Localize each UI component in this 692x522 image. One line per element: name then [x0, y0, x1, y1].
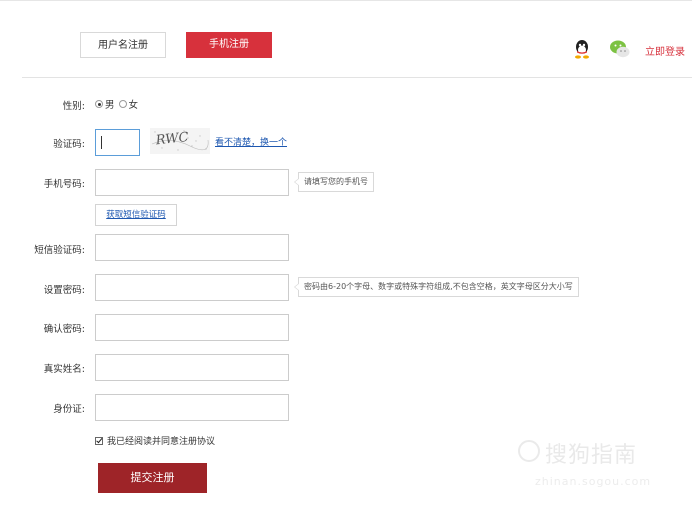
watermark-brand: 搜狗指南 — [545, 443, 638, 468]
confirm-password-label: 确认密码: — [43, 324, 85, 335]
password-input[interactable] — [95, 274, 289, 301]
gender-male-radio[interactable] — [95, 100, 103, 108]
gender-female-label: 女 — [128, 100, 139, 111]
agreement-row: 我已经阅读并同意注册协议 — [95, 434, 215, 447]
sogou-watermark: 搜狗指南 zhinan.sogou.com — [515, 437, 685, 493]
confirm-password-input[interactable] — [95, 314, 289, 341]
gender-radio-group: 男 女 — [95, 97, 142, 111]
real-name-input[interactable] — [95, 354, 289, 381]
sogou-logo-icon — [518, 440, 540, 462]
gender-label: 性别: — [62, 101, 85, 112]
wechat-icon[interactable] — [609, 39, 631, 59]
qq-penguin-icon[interactable] — [573, 39, 591, 59]
top-border — [0, 0, 692, 1]
watermark-url: zhinan.sogou.com — [535, 475, 652, 488]
phone-input[interactable] — [95, 169, 289, 196]
sms-code-label: 短信验证码: — [34, 245, 85, 256]
get-sms-code-button[interactable]: 获取短信验证码 — [95, 204, 177, 226]
agreement-label: 我已经阅读并同意注册协议 — [107, 437, 216, 447]
header-divider — [22, 77, 692, 78]
captcha-refresh-link[interactable]: 看不清楚，换一个 — [215, 135, 287, 148]
gender-female-radio[interactable] — [118, 100, 127, 108]
captcha-image[interactable]: RWC — [150, 128, 210, 154]
captcha-label: 验证码: — [53, 139, 85, 150]
id-card-label: 身份证: — [53, 404, 85, 415]
password-tip: 密码由6-20个字母、数字或特殊字符组成,不包含空格，英文字母区分大小写 — [294, 277, 579, 297]
phone-label: 手机号码: — [43, 179, 85, 190]
agreement-checkbox[interactable] — [95, 436, 103, 445]
text-caret — [101, 136, 102, 149]
login-link[interactable]: 立即登录 — [645, 43, 685, 58]
password-label: 设置密码: — [43, 285, 85, 296]
submit-register-button[interactable]: 提交注册 — [98, 463, 207, 493]
tab-phone-register[interactable]: 手机注册 — [186, 32, 272, 58]
phone-tip: 请填写您的手机号 — [294, 172, 374, 192]
id-card-input[interactable] — [95, 394, 289, 421]
gender-male-label: 男 — [105, 100, 115, 111]
tab-username-register[interactable]: 用户名注册 — [80, 32, 166, 58]
real-name-label: 真实姓名: — [43, 364, 85, 375]
sms-code-input[interactable] — [95, 234, 289, 261]
